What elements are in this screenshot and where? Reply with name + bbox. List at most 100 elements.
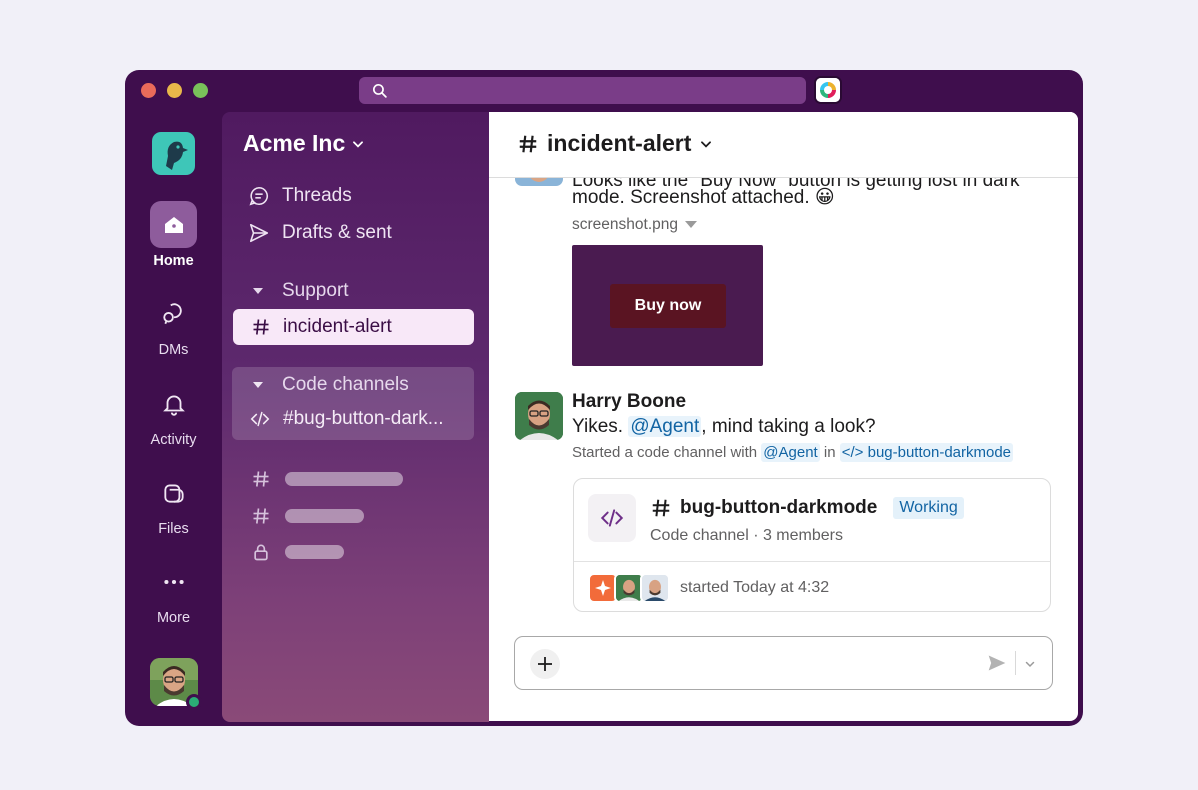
channel-title: incident-alert — [547, 130, 692, 156]
channel-link[interactable]: </> bug-button-darkmode — [839, 443, 1014, 462]
card-subtitle: Code channel · 3 members — [650, 527, 843, 544]
message-composer[interactable] — [514, 636, 1053, 690]
caret-down-icon — [253, 288, 263, 294]
channel-sidebar: Acme Inc Threads Drafts & sent Support i… — [222, 112, 489, 722]
send-button[interactable] — [987, 653, 1007, 678]
sidebar-item-incident-alert[interactable]: incident-alert — [233, 309, 474, 345]
bird-logo-icon — [166, 141, 188, 170]
message-text: mode. Screenshot attached. 😀 — [572, 187, 835, 208]
sidebar-placeholder-row — [251, 542, 344, 562]
sidebar-item-label: Threads — [282, 185, 352, 206]
message-text-part: , mind taking a look? — [701, 416, 876, 437]
app-window: Home DMs Activity Files More Acme Inc Th… — [125, 70, 1083, 726]
sidebar-item-label: incident-alert — [283, 316, 392, 337]
hash-icon — [253, 508, 269, 524]
dms-icon — [150, 290, 197, 337]
send-icon — [988, 655, 1006, 671]
screenshot-preview[interactable]: Buy now — [572, 245, 763, 366]
section-label: Code channels — [282, 374, 409, 395]
section-label: Support — [282, 280, 349, 301]
hash-icon — [652, 499, 670, 517]
rail-files-label: Files — [158, 521, 189, 537]
send-options-button[interactable] — [1024, 657, 1036, 675]
chevron-down-icon — [353, 140, 364, 148]
rail-more-label: More — [156, 610, 191, 626]
code-icon — [588, 494, 636, 542]
card-footer: started Today at 4:32 — [588, 573, 829, 603]
workspace-name: Acme Inc — [243, 130, 346, 156]
workspace-logo[interactable] — [152, 132, 195, 175]
chevron-down-icon — [1025, 661, 1035, 668]
search-bar[interactable] — [359, 77, 806, 104]
message-text-part: Yikes. — [572, 416, 629, 437]
system-text: in — [819, 444, 840, 461]
message-author[interactable]: Harry Boone — [572, 389, 686, 415]
rail-activity-label: Activity — [150, 432, 197, 448]
channel-name-button[interactable]: incident-alert — [517, 130, 713, 157]
sidebar-item-bug-button-darkmode[interactable]: #bug-button-dark... — [249, 408, 444, 430]
user-avatar-button[interactable] — [150, 658, 202, 710]
files-icon — [150, 469, 197, 516]
rail-files[interactable]: Files — [125, 469, 222, 537]
home-icon — [150, 201, 197, 248]
status-badge: Working — [893, 497, 964, 519]
channel-view: incident-alert Looks like the "Buy Now" … — [489, 112, 1078, 721]
divider — [574, 561, 1050, 562]
sidebar-item-threads[interactable]: Threads — [248, 185, 352, 207]
divider — [1015, 651, 1016, 675]
sidebar-placeholder-row — [251, 469, 403, 489]
add-attachment-button[interactable] — [530, 649, 560, 679]
system-message: Started a code channel with @Agent in </… — [572, 443, 1014, 462]
minimize-window-button[interactable] — [167, 83, 182, 98]
caret-down-icon — [253, 382, 263, 388]
section-code-channels-header[interactable]: Code channels — [252, 374, 409, 396]
hash-icon — [253, 319, 269, 335]
rail-home[interactable]: Home — [125, 201, 222, 269]
sidebar-placeholder-row — [251, 506, 364, 526]
lock-icon — [254, 544, 268, 561]
app-rail: Home DMs Activity Files More — [125, 112, 222, 726]
workspace-switcher[interactable]: Acme Inc — [243, 130, 365, 157]
rail-home-label: Home — [153, 253, 194, 269]
bell-icon — [150, 380, 197, 427]
threads-icon — [249, 186, 268, 206]
maximize-window-button[interactable] — [193, 83, 208, 98]
mention-link[interactable]: @Agent — [761, 443, 820, 462]
channel-header: incident-alert — [489, 112, 1078, 178]
help-button[interactable] — [814, 76, 842, 104]
code-icon — [250, 411, 270, 427]
preview-buy-now-button: Buy now — [610, 284, 726, 328]
rail-dms[interactable]: DMs — [125, 290, 222, 358]
rail-dms-label: DMs — [158, 342, 189, 358]
rail-more[interactable]: More — [125, 558, 222, 626]
avatar — [640, 573, 670, 603]
card-footer-text: started Today at 4:32 — [680, 579, 830, 596]
code-channel-card[interactable]: bug-button-darkmode Working Code channel… — [573, 478, 1051, 612]
caret-down-icon — [685, 221, 698, 228]
placeholder-bar — [285, 509, 364, 523]
sidebar-item-drafts[interactable]: Drafts & sent — [248, 222, 392, 244]
close-window-button[interactable] — [141, 83, 156, 98]
help-icon — [816, 78, 840, 102]
search-icon — [372, 83, 387, 98]
system-text: Started a code channel with — [572, 444, 762, 461]
avatar[interactable] — [515, 392, 563, 440]
sidebar-item-label: Drafts & sent — [282, 222, 392, 243]
placeholder-bar — [285, 545, 344, 559]
plus-icon — [538, 657, 552, 671]
file-name: screenshot.png — [572, 216, 678, 233]
file-attachment-label[interactable]: screenshot.png — [572, 216, 698, 234]
hash-icon — [253, 471, 269, 487]
send-icon — [249, 223, 269, 243]
more-icon — [150, 558, 197, 605]
message-text: Yikes. @Agent, mind taking a look? — [572, 414, 876, 440]
mention-link[interactable]: @Agent — [628, 416, 702, 437]
card-title: bug-button-darkmode Working — [650, 497, 964, 519]
rail-activity[interactable]: Activity — [125, 380, 222, 448]
presence-indicator — [186, 694, 202, 710]
hash-icon — [519, 135, 537, 152]
section-support[interactable]: Support — [252, 280, 349, 302]
placeholder-bar — [285, 472, 403, 486]
card-title-text: bug-button-darkmode — [680, 497, 878, 518]
chevron-down-icon — [701, 140, 712, 148]
